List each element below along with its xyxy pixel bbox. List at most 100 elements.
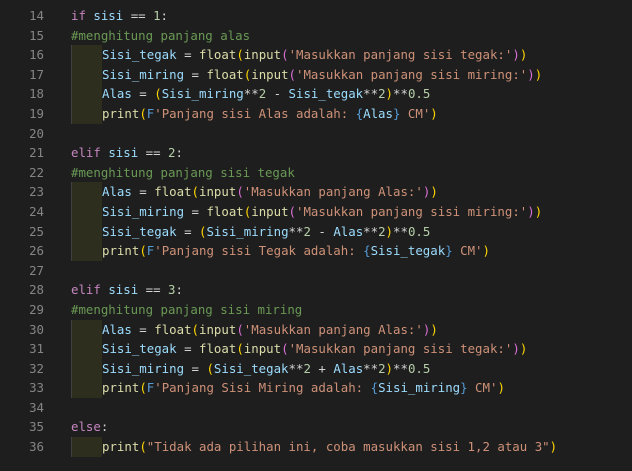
code-token: ( xyxy=(288,66,297,82)
code-token: ** xyxy=(363,86,379,102)
code-token: CM' xyxy=(467,380,498,396)
code-token: #menghitung panjang sisi miring xyxy=(71,301,303,317)
code-token: ) xyxy=(512,47,520,63)
code-token: float xyxy=(206,66,244,82)
code-line[interactable]: 21 elif sisi == 2: xyxy=(0,143,632,163)
code-token: input xyxy=(251,203,289,219)
code-token: ** xyxy=(393,223,408,239)
code-token: Sisi_miring xyxy=(102,66,185,82)
code-line[interactable]: 33 print(F'Panjang Sisi Miring adalah: {S… xyxy=(0,378,632,398)
indent-guide xyxy=(71,358,102,379)
code-token: float xyxy=(154,184,192,200)
line-number: 23 xyxy=(29,184,44,200)
code-token: float xyxy=(199,47,237,63)
code-line[interactable]: 31 Sisi_tegak = float(input('Masukkan pan… xyxy=(0,339,632,359)
code-line[interactable]: 34 xyxy=(0,398,632,418)
code-line[interactable]: 16 Sisi_tegak = float(input('Masukkan pan… xyxy=(0,45,632,65)
line-number: 18 xyxy=(29,86,44,102)
code-token: if xyxy=(71,8,94,23)
code-token: sisi xyxy=(108,282,139,298)
code-token: ** xyxy=(363,223,379,239)
code-token: print xyxy=(102,105,140,121)
line-number: 27 xyxy=(29,262,44,278)
code-token: ( xyxy=(288,203,297,219)
code-line[interactable]: 35 else: xyxy=(0,417,632,437)
code-text: else: xyxy=(71,417,108,437)
line-number: 25 xyxy=(29,223,44,239)
code-token: float xyxy=(199,341,237,357)
indent-guide xyxy=(71,201,102,222)
code-text: Alas = float(input('Masukkan panjang Ala… xyxy=(102,320,438,340)
code-line[interactable]: 29 #menghitung panjang sisi miring xyxy=(0,300,632,320)
line-number: 22 xyxy=(29,164,44,180)
line-number: 19 xyxy=(29,105,44,121)
code-line[interactable]: 30 Alas = float(input('Masukkan panjang A… xyxy=(0,319,632,340)
code-line[interactable]: 36 print("Tidak ada pilihan ini, coba mas… xyxy=(0,437,632,457)
code-line[interactable]: 14 if sisi == 1: xyxy=(0,6,632,26)
code-token: = xyxy=(131,86,155,102)
code-line[interactable]: 17 Sisi_miring = float(input('Masukkan pa… xyxy=(0,64,632,85)
code-token: 2 xyxy=(378,86,386,102)
code-token: ) xyxy=(527,66,535,82)
code-line[interactable]: 26 print(F'Panjang sisi Tegak adalah: {Si… xyxy=(0,241,632,261)
code-line[interactable]: 23 Alas = float(input('Masukkan panjang A… xyxy=(0,182,632,202)
code-token: = xyxy=(184,203,207,219)
line-number: 14 xyxy=(29,8,44,23)
code-text: elif sisi == 2: xyxy=(71,143,183,163)
code-token: ( xyxy=(236,321,244,337)
code-line[interactable]: 25 Sisi_tegak = (Sisi_miring**2 - Alas**2… xyxy=(0,221,632,242)
code-token: sisi xyxy=(93,8,124,23)
code-token: input xyxy=(243,47,282,63)
code-token: Alas xyxy=(102,184,132,200)
code-text: print("Tidak ada pilihan ini, coba masuk… xyxy=(102,437,557,457)
code-token: = xyxy=(176,223,199,239)
code-line[interactable]: 22 #menghitung panjang sisi tegak xyxy=(0,163,632,183)
code-token: Sisi_tegak xyxy=(213,360,289,376)
line-number: 24 xyxy=(29,203,44,219)
code-line[interactable]: 20 xyxy=(0,124,632,144)
code-token: = xyxy=(131,321,155,337)
code-token: = xyxy=(176,341,199,357)
code-token: 0.5 xyxy=(407,360,431,376)
code-token: ) xyxy=(534,66,543,82)
code-token: - xyxy=(266,86,289,102)
code-text: Sisi_tegak = float(input('Masukkan panja… xyxy=(102,339,527,359)
code-line[interactable]: 19 print(F'Panjang sisi Alas adalah: {Ala… xyxy=(0,103,632,124)
line-number: 17 xyxy=(29,66,44,82)
code-text: #menghitung panjang sisi miring xyxy=(71,300,302,320)
code-token: ) xyxy=(430,321,438,337)
code-token: : xyxy=(100,419,109,435)
code-token: #menghitung panjang alas xyxy=(71,27,251,43)
code-token: 0.5 xyxy=(407,86,431,102)
code-token: ) xyxy=(549,439,558,455)
code-token: ) xyxy=(519,47,528,63)
indent-guide xyxy=(71,437,102,457)
code-token: ** xyxy=(393,360,408,376)
code-text: Alas = float(input('Masukkan panjang Ala… xyxy=(102,182,438,202)
code-token: ( xyxy=(139,105,147,121)
code-token: input xyxy=(243,341,282,357)
code-token: ( xyxy=(281,47,289,63)
code-line[interactable]: 15 #menghitung panjang alas xyxy=(0,26,632,46)
code-token: Alas xyxy=(102,321,132,337)
code-token: Alas xyxy=(333,360,364,376)
code-token: = xyxy=(176,47,199,63)
code-line[interactable]: 28 elif sisi == 3: xyxy=(0,280,632,300)
code-token: input xyxy=(199,321,237,337)
code-line[interactable]: 32 Sisi_miring = (Sisi_tegak**2 + Alas**2… xyxy=(0,358,632,379)
code-line[interactable]: 27 xyxy=(0,261,632,281)
code-line[interactable]: 18 Alas = (Sisi_miring**2 - Sisi_tegak**2… xyxy=(0,84,632,104)
code-text: print(F'Panjang Sisi Miring adalah: {Sis… xyxy=(102,378,505,398)
code-text: print(F'Panjang sisi Tegak adalah: {Sisi… xyxy=(102,241,490,261)
code-token: == xyxy=(138,282,168,298)
code-text: Sisi_miring = float(input('Masukkan panj… xyxy=(102,202,542,222)
line-number: 36 xyxy=(29,439,44,455)
indent-guide xyxy=(71,241,102,261)
code-token: 'Masukkan panjang sisi miring:' xyxy=(296,203,528,219)
code-text: #menghitung panjang alas xyxy=(71,26,250,46)
code-token: : xyxy=(175,145,183,161)
code-token: 2 xyxy=(303,223,311,239)
line-number: 15 xyxy=(29,27,44,43)
code-editor[interactable]: 14 if sisi == 1: 15 #menghitung panjang ala… xyxy=(0,0,632,471)
code-line[interactable]: 24 Sisi_miring = float(input('Masukkan pa… xyxy=(0,201,632,222)
